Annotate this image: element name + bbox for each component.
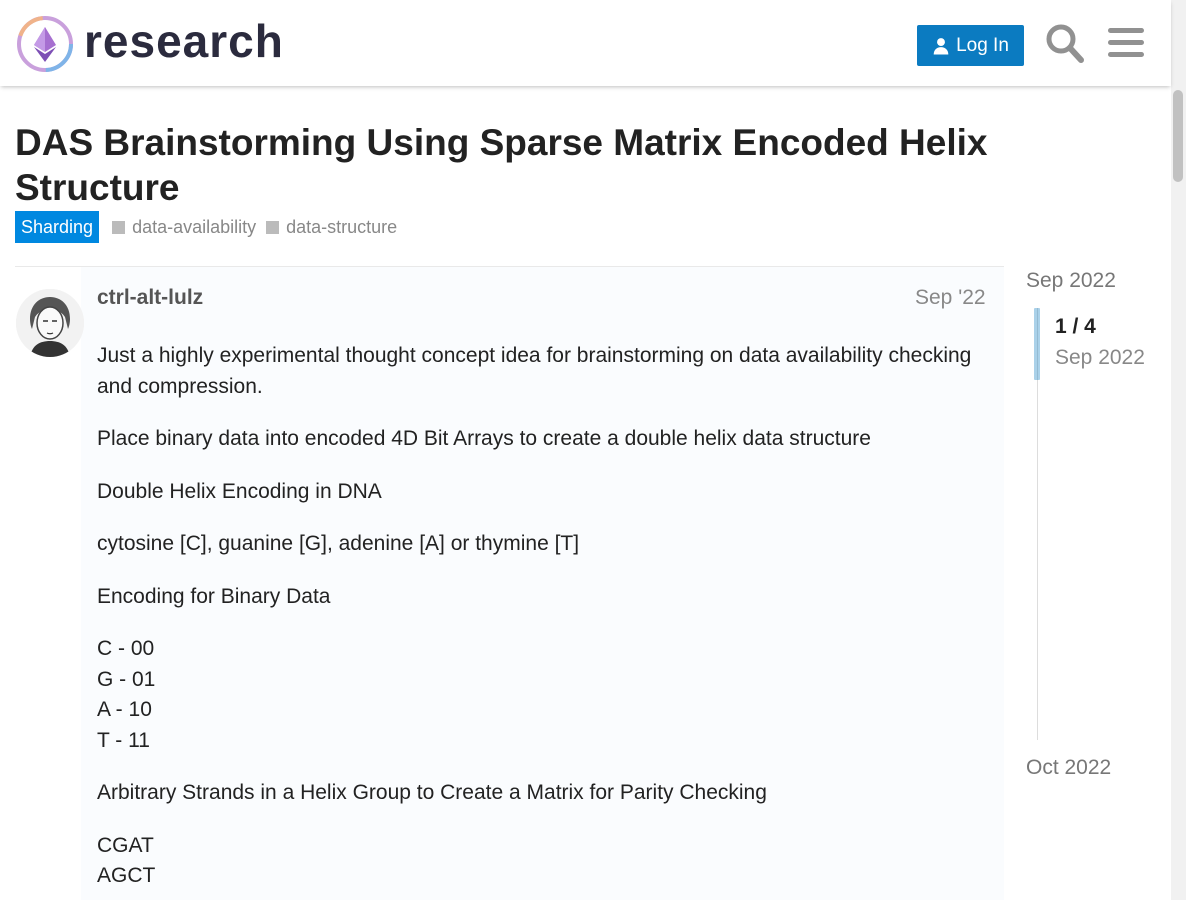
timeline-handle[interactable] xyxy=(1034,308,1040,380)
post-paragraph: C - 00 G - 01 A - 10 T - 11 xyxy=(97,634,977,756)
tag-label: data-availability xyxy=(132,216,257,237)
category-badge[interactable]: Sharding xyxy=(15,211,100,243)
hamburger-menu-icon[interactable] xyxy=(1106,22,1146,64)
scrollbar-thumb[interactable] xyxy=(1173,90,1183,182)
logo-icon[interactable] xyxy=(16,15,74,73)
post-paragraph: CGAT AGCT xyxy=(97,831,977,892)
post-text-line: C - 00 xyxy=(97,637,155,660)
tag-data-availability[interactable]: data-availability xyxy=(112,217,256,238)
post-body: Just a highly experimental thought conce… xyxy=(97,341,977,914)
post-text-line: Encoding for Binary Data xyxy=(97,584,331,608)
timeline-end-date[interactable]: Oct 2022 xyxy=(1026,756,1111,780)
site-header: research Log In xyxy=(0,0,1171,86)
post-paragraph: Arbitrary Strands in a Helix Group to Cr… xyxy=(97,778,977,809)
post-username[interactable]: ctrl-alt-lulz xyxy=(97,286,203,310)
post-text-line: CGAT xyxy=(97,833,154,857)
post-text-line: AGCT xyxy=(97,864,156,887)
topic-tags: Sharding data-availability data-structur… xyxy=(15,211,397,243)
post-date[interactable]: Sep '22 xyxy=(915,286,986,310)
post-text-line: cytosine [C], guanine [G], adenine [A] o… xyxy=(97,532,580,555)
timeline-start-date[interactable]: Sep 2022 xyxy=(1026,269,1116,293)
post-paragraph: Just a highly experimental thought conce… xyxy=(97,341,977,402)
post-text-line: Double Helix Encoding in DNA xyxy=(97,479,382,503)
search-icon[interactable] xyxy=(1045,22,1085,64)
post-text-line: Place binary data into encoded 4D Bit Ar… xyxy=(97,427,871,450)
login-button[interactable]: Log In xyxy=(917,25,1024,66)
avatar-portrait-icon xyxy=(16,289,84,357)
login-label: Log In xyxy=(956,34,1009,56)
post-text-line: A - 10 xyxy=(97,698,152,721)
tag-square-icon xyxy=(266,220,280,234)
post-paragraph: cytosine [C], guanine [G], adenine [A] o… xyxy=(97,529,977,560)
avatar[interactable] xyxy=(16,289,84,357)
post-paragraph: Encoding for Binary Data xyxy=(97,582,977,613)
post-text-line: Just a highly experimental thought conce… xyxy=(97,344,972,398)
topic-title[interactable]: DAS Brainstorming Using Sparse Matrix En… xyxy=(15,120,1055,210)
tag-data-structure[interactable]: data-structure xyxy=(266,217,397,238)
post-paragraph: Place binary data into encoded 4D Bit Ar… xyxy=(97,424,977,455)
timeline-post-count: 1 / 4 xyxy=(1055,315,1096,338)
post-text-line: G - 01 xyxy=(97,667,156,691)
tag-label: data-structure xyxy=(286,216,398,237)
user-icon xyxy=(933,37,949,54)
post-text-line: T - 11 xyxy=(97,728,150,752)
tag-square-icon xyxy=(112,220,126,234)
timeline-current-date: Sep 2022 xyxy=(1055,346,1145,369)
post-text-line: Arbitrary Strands in a Helix Group to Cr… xyxy=(97,781,767,804)
site-name[interactable]: research xyxy=(84,14,284,68)
post-paragraph: Double Helix Encoding in DNA xyxy=(97,477,977,508)
